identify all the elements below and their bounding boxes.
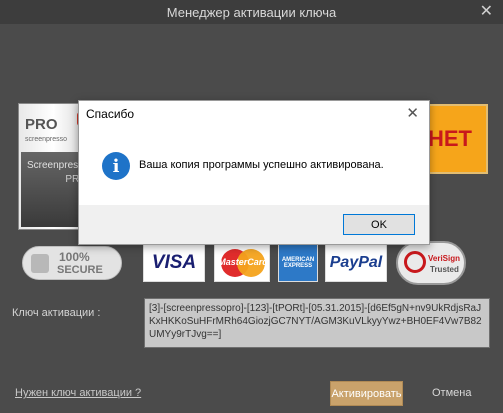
- activate-button[interactable]: Активировать: [330, 381, 403, 406]
- secure-text: SECURE: [57, 264, 103, 276]
- mastercard-logo: MasterCard: [214, 244, 270, 282]
- visa-logo: VISA: [143, 244, 205, 282]
- buy-banner-text: НЕТ: [428, 126, 472, 151]
- secure-badge: 100% SECURE: [22, 246, 122, 280]
- verisign-badge: VeriSign Trusted: [396, 241, 466, 285]
- paypal-logo: PayPal: [325, 244, 387, 282]
- verisign-trusted-text: Trusted: [430, 265, 459, 274]
- dialog-footer: OK: [79, 205, 429, 244]
- thanks-dialog: Спасибо ✕ i Ваша копия программы успешно…: [78, 100, 430, 245]
- product-brand-label: screenpresso: [25, 136, 68, 143]
- verisign-text: VeriSign: [428, 254, 461, 263]
- product-pro-label: PRO: [25, 116, 58, 133]
- dialog-message: Ваша копия программы успешно активирован…: [139, 159, 384, 171]
- title-bar: Менеджер активации ключа ✕: [0, 0, 503, 24]
- activation-key-field[interactable]: [3]-[screenpressopro]-[123]-[tPORt]-[05.…: [144, 298, 490, 348]
- need-key-link[interactable]: Нужен ключ активации ?: [15, 387, 141, 399]
- ok-button[interactable]: OK: [343, 214, 415, 235]
- info-icon: i: [102, 152, 130, 180]
- dialog-title: Спасибо: [86, 107, 135, 121]
- activation-key-label: Ключ активации :: [12, 307, 101, 319]
- window-close-icon[interactable]: ✕: [480, 2, 493, 22]
- dialog-close-icon[interactable]: ✕: [406, 104, 419, 122]
- visa-text: VISA: [151, 252, 197, 273]
- window-title: Менеджер активации ключа: [166, 4, 337, 20]
- cancel-button[interactable]: Отмена: [432, 387, 471, 399]
- verisign-check-icon: [404, 251, 426, 273]
- amex-logo: AMERICAN EXPRESS: [278, 244, 318, 282]
- activation-manager-window: Менеджер активации ключа ✕ PRO screenpre…: [0, 0, 503, 413]
- lock-icon: [31, 254, 49, 273]
- amex-text: AMERICAN EXPRESS: [281, 257, 315, 269]
- paypal-text: PayPal: [329, 254, 383, 271]
- secure-percent: 100%: [59, 250, 90, 264]
- mastercard-text: MasterCard: [218, 257, 268, 267]
